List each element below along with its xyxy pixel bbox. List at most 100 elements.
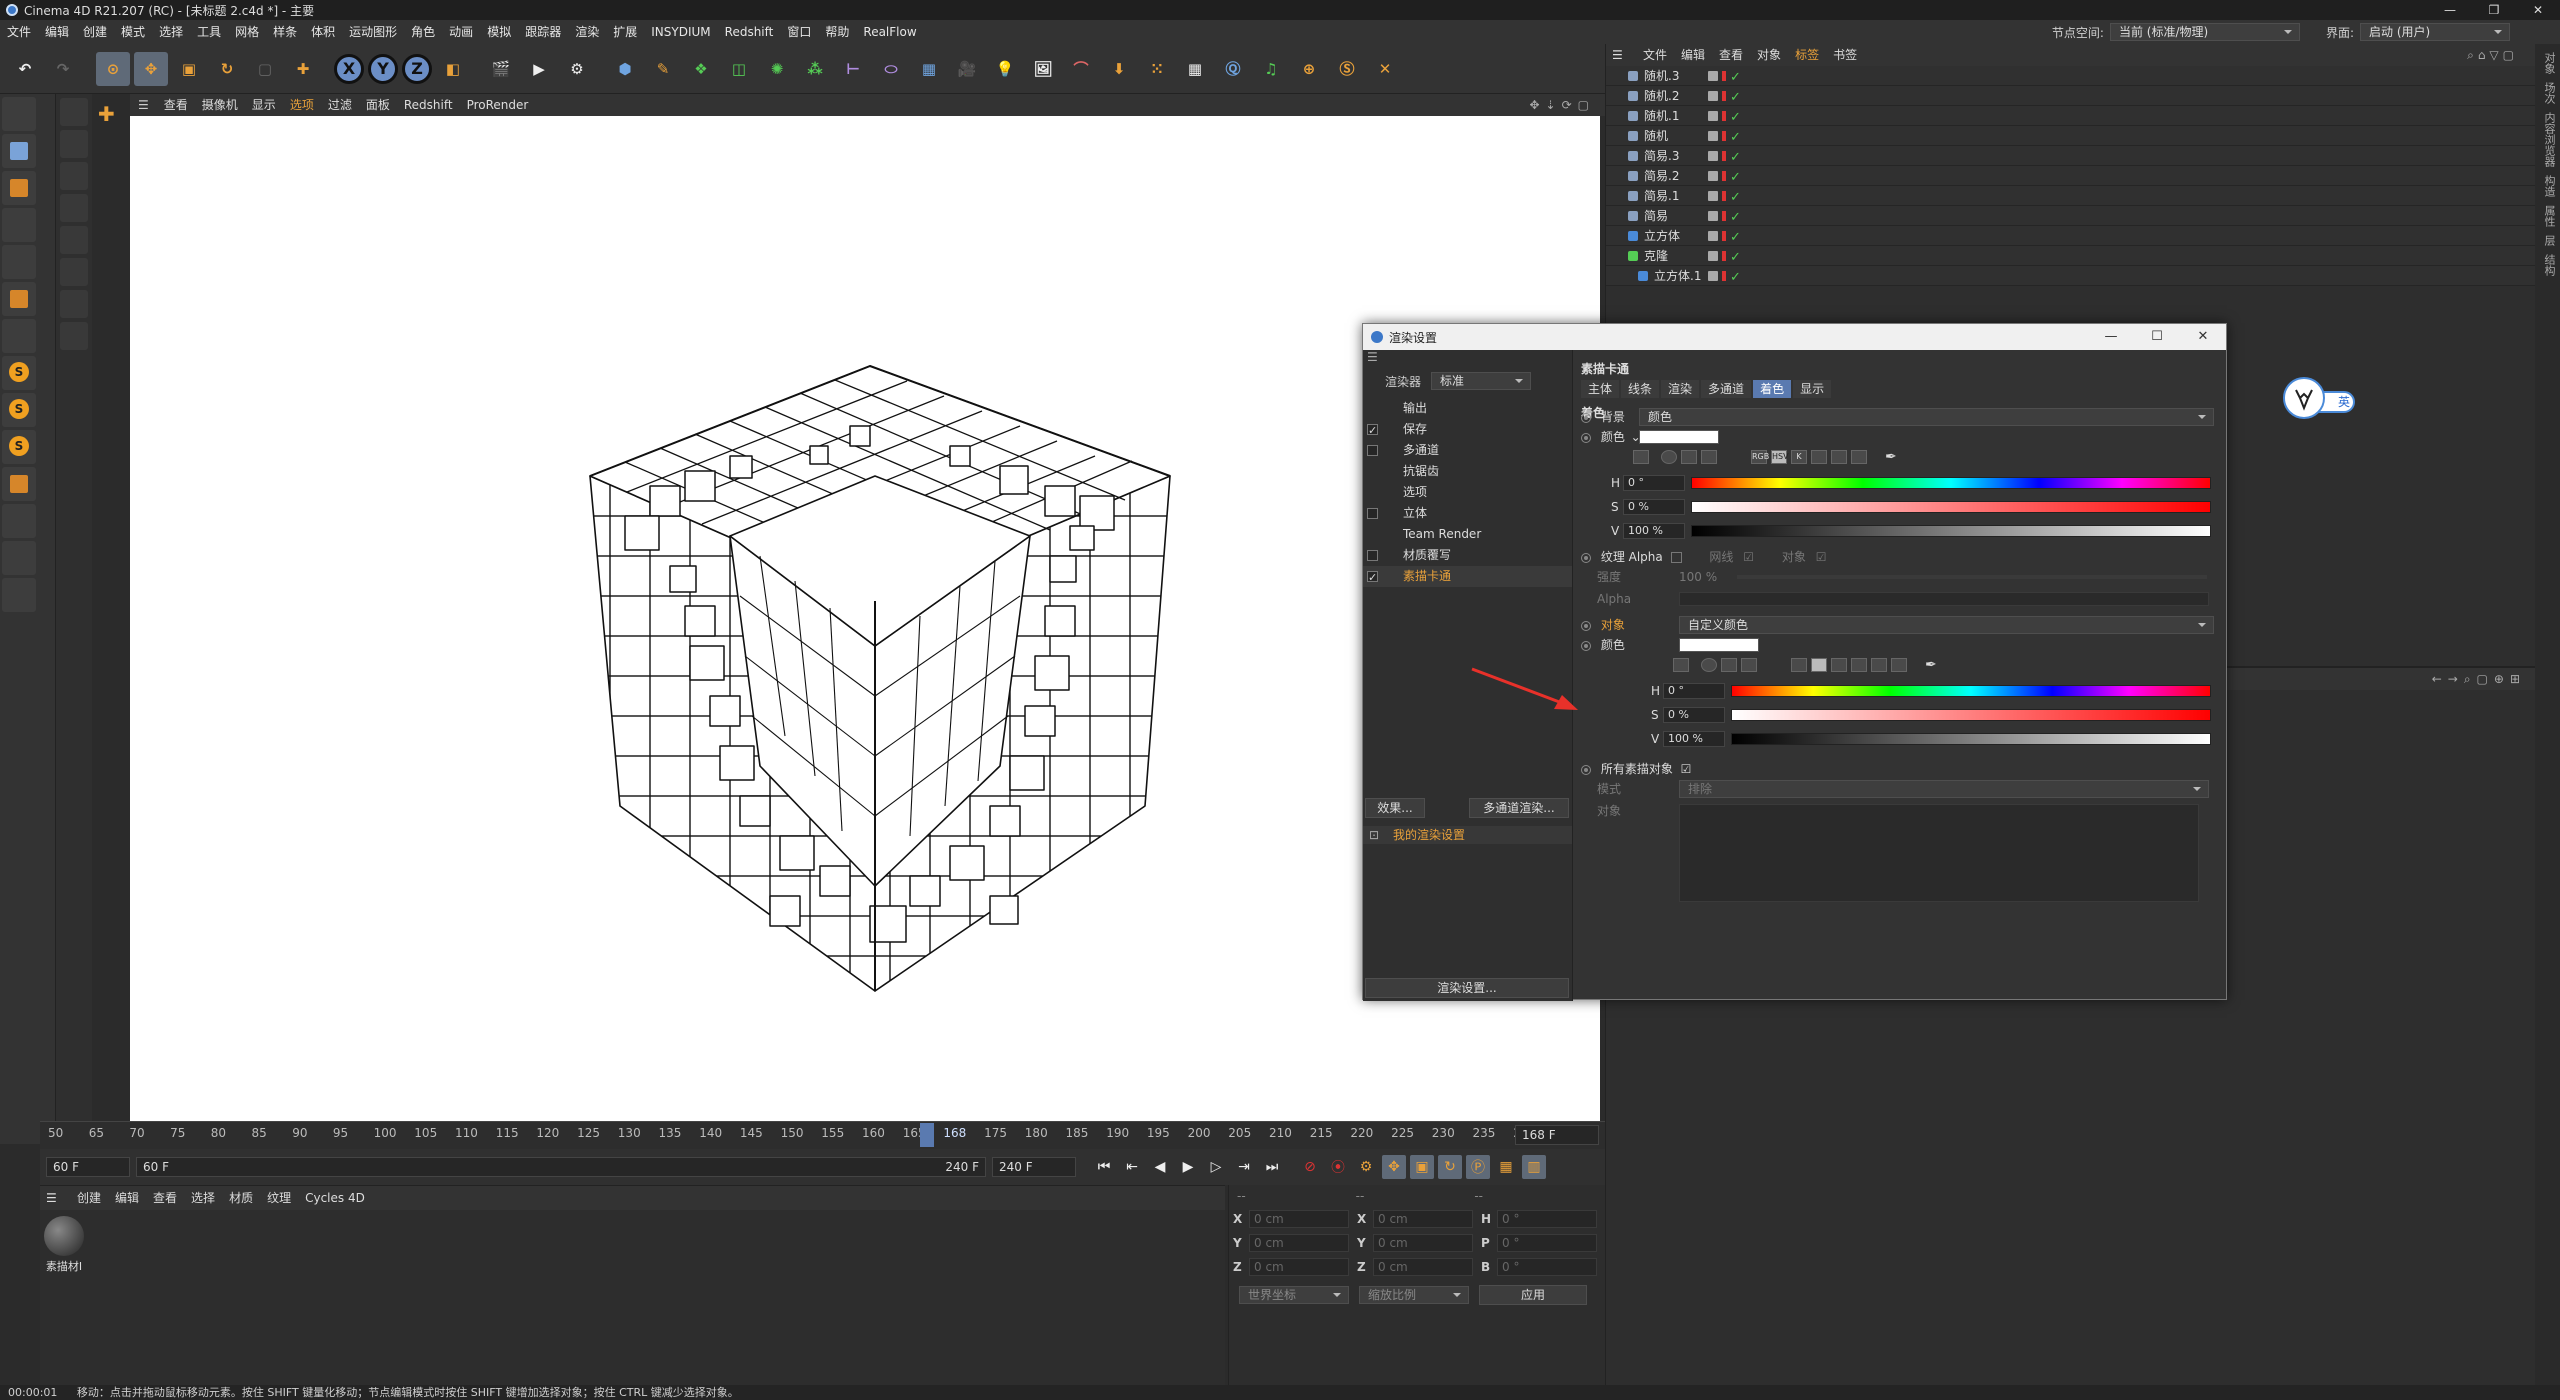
value2-slider[interactable] <box>1731 733 2211 745</box>
hue2-slider[interactable] <box>1731 685 2211 697</box>
menu-item[interactable]: 体积 <box>304 20 342 44</box>
object-visibility-icon[interactable] <box>1722 211 1726 221</box>
object-name[interactable]: 随机.3 <box>1644 66 1679 86</box>
color-image-icon[interactable] <box>1681 450 1697 464</box>
object-enabled-icon[interactable]: ✓ <box>1730 188 1741 208</box>
world-coords-dropdown[interactable]: 世界坐标 <box>1239 1286 1349 1304</box>
object-visibility-icon[interactable] <box>1722 71 1726 81</box>
coord-value-field[interactable]: 0 ° <box>1497 1234 1597 1252</box>
all-sketch-radio-icon[interactable] <box>1581 764 1591 775</box>
coord-value-field[interactable]: 0 ° <box>1497 1210 1597 1228</box>
viewport-menu-item[interactable]: 选项 <box>283 94 321 116</box>
extrude-icon[interactable]: ◫ <box>722 52 756 86</box>
menu-item[interactable]: 工具 <box>190 20 228 44</box>
minimize-button[interactable]: — <box>2428 0 2472 20</box>
menu-item[interactable]: 运动图形 <box>342 20 404 44</box>
next-frame-icon[interactable]: ▷ <box>1204 1155 1228 1179</box>
viewport-menu-icon[interactable]: ☰ <box>130 98 157 112</box>
dialog-maximize-button[interactable]: ☐ <box>2134 324 2180 350</box>
object-color-swatch[interactable] <box>1679 638 1759 652</box>
node-space-dropdown[interactable]: 当前 (标准/物理) <box>2109 23 2300 41</box>
object-visibility-icon[interactable] <box>1722 251 1726 261</box>
background-radio-icon[interactable] <box>1581 412 1591 423</box>
object-layer-checkbox[interactable] <box>1708 211 1718 221</box>
dots-icon[interactable]: ⁙ <box>1140 52 1174 86</box>
coord-value-field[interactable]: 0 cm <box>1249 1210 1349 1228</box>
sketch-tab[interactable]: 着色 <box>1753 380 1792 398</box>
previous-frame-icon[interactable]: ◀ <box>1148 1155 1172 1179</box>
sketch-tab[interactable]: 主体 <box>1581 380 1620 398</box>
object-visibility-icon[interactable] <box>1722 191 1726 201</box>
s-plugin-1-icon[interactable] <box>2 356 36 390</box>
sculpt-tool-8-icon[interactable] <box>60 322 88 350</box>
render-region-icon[interactable]: 🎬 <box>484 52 518 86</box>
edges-mode-icon[interactable] <box>2 245 36 279</box>
menu-item[interactable]: 模拟 <box>480 20 518 44</box>
cloner-icon[interactable]: ✺ <box>760 52 794 86</box>
object-enabled-icon[interactable]: ✓ <box>1730 148 1741 168</box>
sculpt-tool-6-icon[interactable] <box>60 258 88 286</box>
sketch-tab[interactable]: 显示 <box>1793 380 1832 398</box>
rotate-tool-icon[interactable]: ↻ <box>210 52 244 86</box>
object-layer-checkbox[interactable] <box>1708 231 1718 241</box>
object-row[interactable]: 克隆 ✓ <box>1606 246 2535 266</box>
y-axis-lock-button[interactable]: Y <box>368 53 398 84</box>
object-row[interactable]: 随机.1 ✓ <box>1606 106 2535 126</box>
render-settings-item[interactable]: 材质覆写 <box>1363 545 1572 566</box>
v-field[interactable]: 100 % <box>1623 523 1685 539</box>
menu-item[interactable]: 选择 <box>152 20 190 44</box>
right-tab[interactable]: 内容浏览器 <box>2541 112 2557 167</box>
render-settings-item[interactable]: 输出 <box>1363 398 1572 419</box>
magnet-tool-icon[interactable] <box>2 467 36 501</box>
v2-field[interactable]: 100 % <box>1663 731 1725 747</box>
mode-dropdown[interactable]: 排除 <box>1679 780 2209 798</box>
renderer-dropdown[interactable]: 标准 <box>1431 372 1532 390</box>
rotation-key-icon[interactable]: ↻ <box>1438 1155 1462 1179</box>
add-icon[interactable]: ✚ <box>98 102 124 126</box>
object-menu-item[interactable]: 查看 <box>1712 44 1750 66</box>
camera-icon[interactable]: 🎥 <box>950 52 984 86</box>
live-selection-icon[interactable]: ⊙ <box>96 51 130 86</box>
scale-ratio-dropdown[interactable]: 缩放比例 <box>1359 1286 1469 1304</box>
frame-range-slider[interactable]: 60 F 240 F <box>136 1157 986 1177</box>
axis-mode-icon[interactable] <box>2 319 36 353</box>
object-menu-item[interactable]: 文件 <box>1636 44 1674 66</box>
right-tab[interactable]: 构造 <box>2541 175 2557 197</box>
object-name[interactable]: 简易 <box>1644 206 1668 226</box>
s-plugin-icon[interactable]: Ⓢ <box>1330 52 1364 86</box>
snap-icon[interactable] <box>2 541 36 575</box>
item-checkbox[interactable] <box>1367 550 1378 561</box>
h-field[interactable]: 0 ° <box>1623 475 1685 491</box>
object-layer-checkbox[interactable] <box>1708 171 1718 181</box>
object-name[interactable]: 简易.3 <box>1644 146 1679 166</box>
object-enabled-icon[interactable]: ✓ <box>1730 248 1741 268</box>
color2-kelvin-icon[interactable] <box>1831 658 1847 672</box>
object-enabled-icon[interactable]: ✓ <box>1730 128 1741 148</box>
object-visibility-icon[interactable] <box>1722 231 1726 241</box>
floor-icon[interactable]: ▦ <box>912 52 946 86</box>
object-layer-checkbox[interactable] <box>1708 191 1718 201</box>
cube-icon[interactable]: ⬢ <box>608 52 642 86</box>
render-settings-button[interactable]: 渲染设置... <box>1365 978 1569 998</box>
color2-grid-icon[interactable] <box>1891 658 1907 672</box>
sculpt-tool-7-icon[interactable] <box>60 290 88 318</box>
s-plugin-3-icon[interactable] <box>2 430 36 464</box>
viewport-menu-item[interactable]: Redshift <box>397 94 460 116</box>
material-menu-item[interactable]: 编辑 <box>108 1186 146 1210</box>
material-item[interactable]: 素描材I <box>42 1216 86 1274</box>
object-row[interactable]: 立方体 ✓ <box>1606 226 2535 246</box>
ime-badge[interactable]: 英 <box>2282 376 2364 420</box>
object-layer-checkbox[interactable] <box>1708 251 1718 261</box>
object-name[interactable]: 立方体 <box>1644 226 1680 246</box>
render-settings-item[interactable]: 抗锯齿 <box>1363 461 1572 482</box>
material-menu-item[interactable]: 纹理 <box>260 1186 298 1210</box>
model-mode-icon[interactable] <box>2 134 36 168</box>
object-visibility-icon[interactable] <box>1722 111 1726 121</box>
render-settings-item[interactable]: 保存 <box>1363 419 1572 441</box>
point-level-icon[interactable]: ▦ <box>1494 1155 1518 1179</box>
strength-slider[interactable] <box>1737 575 2207 579</box>
mograph-icon[interactable]: ⁂ <box>798 52 832 86</box>
magnet-icon[interactable]: ⌒ <box>1064 52 1098 86</box>
menu-item[interactable]: INSYDIUM <box>644 20 717 44</box>
object-color-dropdown[interactable]: 自定义颜色 <box>1679 616 2214 634</box>
